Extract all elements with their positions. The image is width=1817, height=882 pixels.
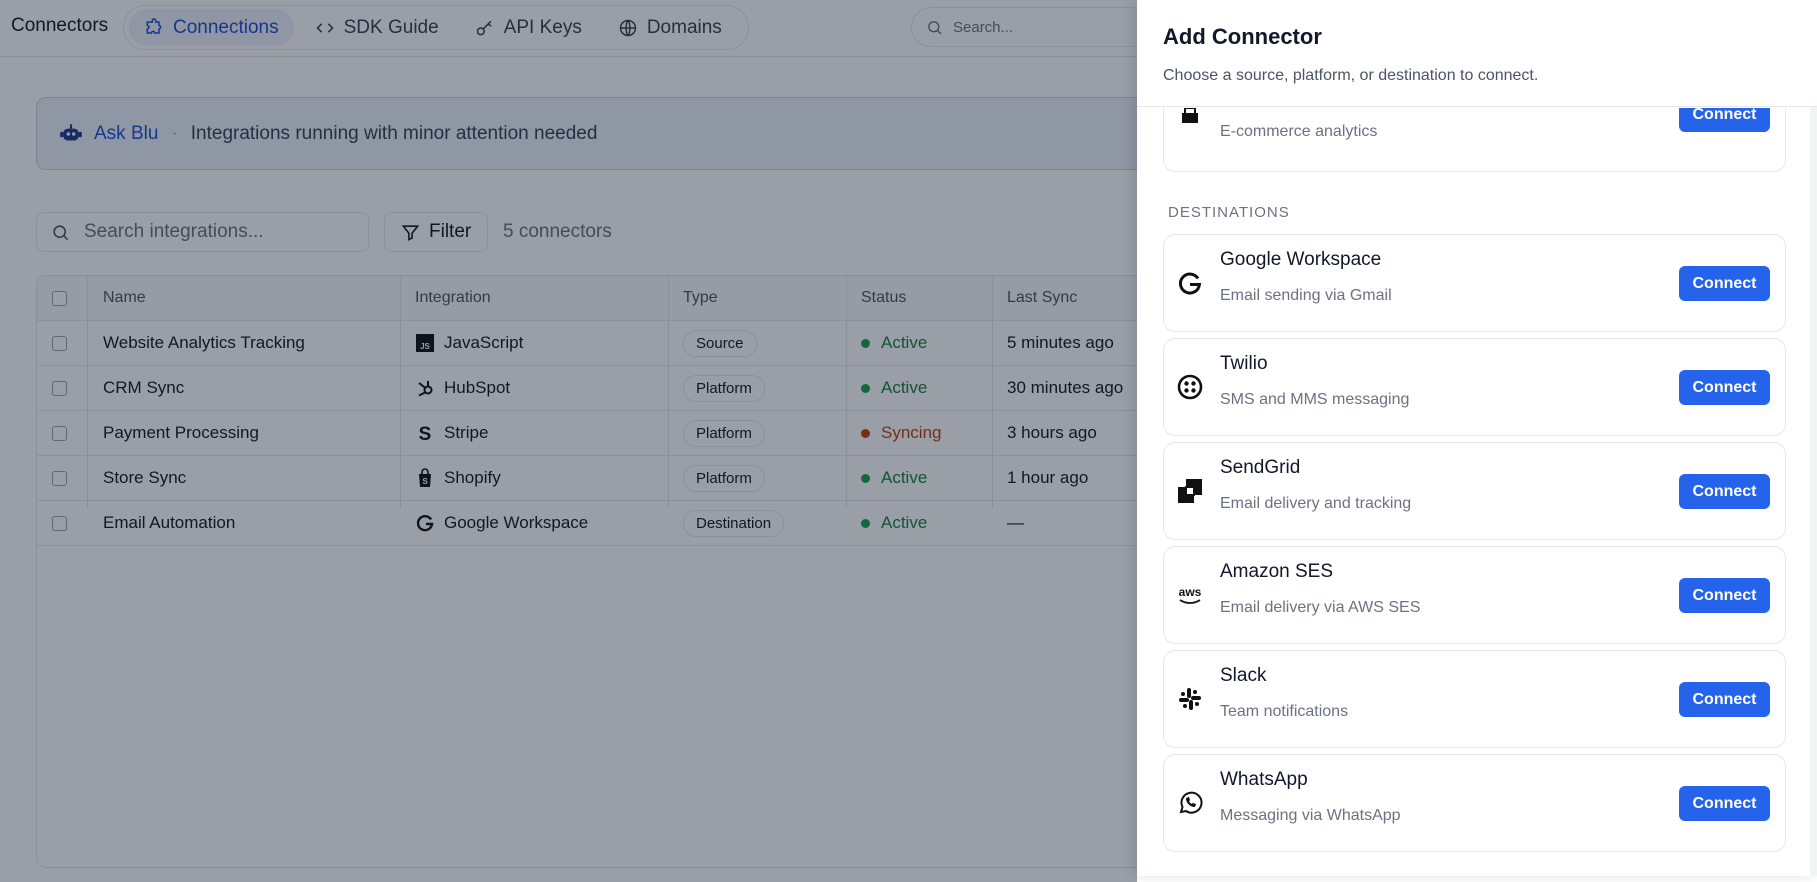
connector-card-sendgrid: SendGrid Email delivery and tracking Con… — [1163, 442, 1786, 540]
drawer-title: Add Connector — [1163, 24, 1322, 49]
page-scrollbar[interactable] — [1810, 0, 1817, 876]
connector-name: Slack — [1220, 665, 1267, 686]
connector-name: SendGrid — [1220, 457, 1301, 478]
connect-button[interactable]: Connect — [1679, 578, 1770, 613]
connector-card-amazon-ses: aws Amazon SES Email delivery via AWS SE… — [1163, 546, 1786, 644]
modal-backdrop[interactable] — [0, 0, 1137, 882]
drawer-header: Add Connector Choose a source, platform,… — [1137, 0, 1817, 107]
connect-button[interactable]: Connect — [1679, 786, 1770, 821]
slack-icon — [1176, 685, 1204, 713]
connector-description: Email sending via Gmail — [1220, 287, 1392, 304]
connect-button[interactable]: Connect — [1679, 108, 1770, 132]
connector-description: Email delivery via AWS SES — [1220, 599, 1421, 616]
svg-text:aws: aws — [1179, 585, 1202, 599]
whatsapp-icon — [1176, 789, 1204, 817]
connector-card-slack: Slack Team notifications Connect — [1163, 650, 1786, 748]
connector-name: Twilio — [1220, 353, 1268, 374]
connector-name: Google Workspace — [1220, 249, 1382, 270]
drawer-subtitle: Choose a source, platform, or destinatio… — [1163, 67, 1539, 84]
connector-description: SMS and MMS messaging — [1220, 391, 1410, 408]
twilio-icon — [1176, 373, 1204, 401]
drawer-scroll-area[interactable]: E-commerce analytics Connect DESTINATION… — [1137, 108, 1817, 876]
ecommerce-icon — [1176, 108, 1204, 129]
add-connector-drawer: Add Connector Choose a source, platform,… — [1137, 0, 1817, 876]
connector-description: Messaging via WhatsApp — [1220, 807, 1401, 824]
connector-card-google-workspace: Google Workspace Email sending via Gmail… — [1163, 234, 1786, 332]
connect-button[interactable]: Connect — [1679, 266, 1770, 301]
connector-card: E-commerce analytics Connect — [1163, 108, 1786, 172]
section-label: DESTINATIONS — [1168, 204, 1290, 221]
connector-card-twilio: Twilio SMS and MMS messaging Connect — [1163, 338, 1786, 436]
aws-icon: aws — [1176, 581, 1204, 609]
connect-button[interactable]: Connect — [1679, 474, 1770, 509]
connector-description: Team notifications — [1220, 703, 1349, 720]
connect-button[interactable]: Connect — [1679, 682, 1770, 717]
connector-description: Email delivery and tracking — [1220, 495, 1412, 512]
connect-button[interactable]: Connect — [1679, 370, 1770, 405]
connector-description: E-commerce analytics — [1220, 123, 1378, 140]
connector-name: WhatsApp — [1220, 769, 1308, 790]
google-icon — [1176, 269, 1204, 297]
connector-card-whatsapp: WhatsApp Messaging via WhatsApp Connect — [1163, 754, 1786, 852]
sendgrid-icon — [1176, 477, 1204, 505]
connector-name: Amazon SES — [1220, 561, 1333, 582]
